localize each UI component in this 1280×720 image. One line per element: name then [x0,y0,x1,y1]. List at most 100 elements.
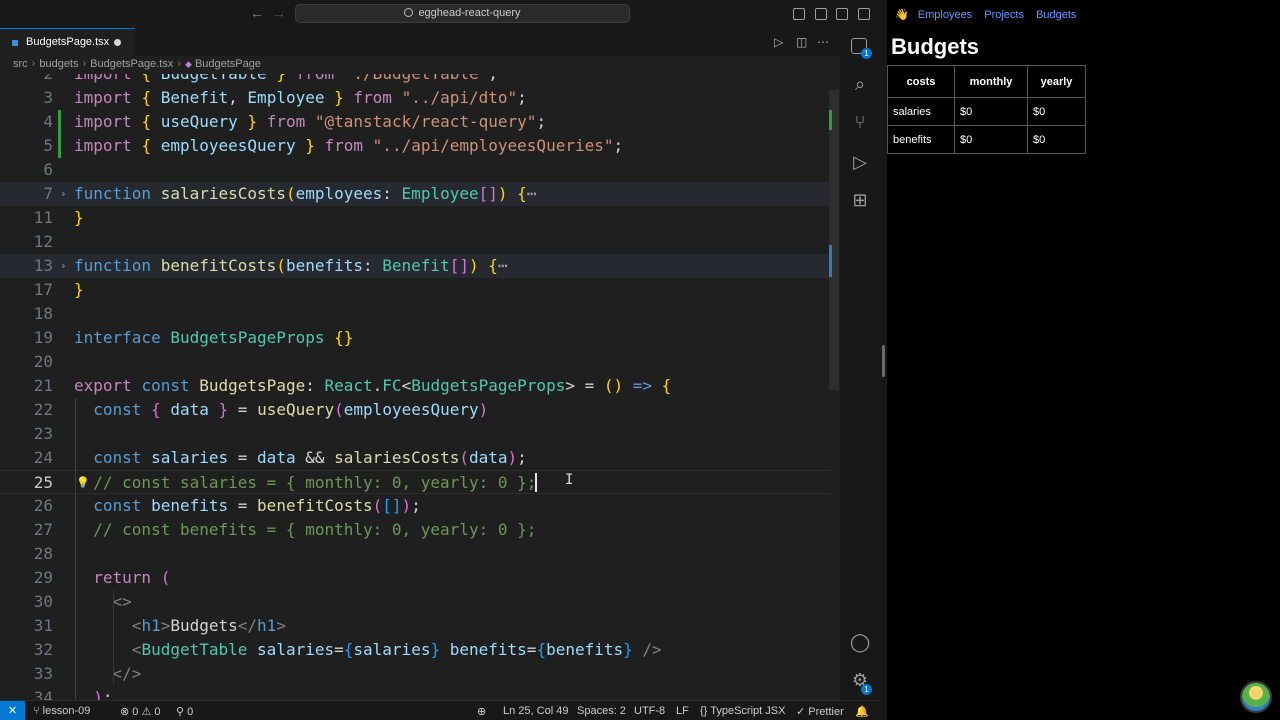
settings-badge: 1 [861,684,872,695]
branch-status[interactable]: ⑂ lesson-09 [33,705,90,717]
code-line: 11} [33,208,84,227]
mouse-ibeam-icon: I [565,472,574,488]
table-row: salaries $0 $0 [887,97,1086,126]
back-arrow-icon[interactable]: ← [250,5,264,21]
zoom-icon[interactable]: ⊕ [477,705,486,718]
encoding-status[interactable]: UTF-8 [634,705,665,717]
code-line: 3 import { Benefit, Employee } from "../a… [43,88,527,107]
source-control-icon[interactable]: ⑂ [850,112,870,133]
tab-bar: BudgetsPage.tsx [0,28,840,56]
code-line: 6 [43,160,53,179]
budget-table: costs monthly yearly salaries $0 $0 bene… [887,65,1086,154]
split-editor-icon[interactable]: ◫ [796,35,807,49]
language-status[interactable]: {} TypeScript JSX [700,705,785,717]
nav-link-budgets[interactable]: Budgets [1036,9,1076,21]
page-title: Budgets [891,34,979,59]
code-editor[interactable]: 2import { BudgetTable } from "./BudgetTa… [0,74,840,700]
code-line: 34 ); [33,688,113,700]
toggle-sidebar-icon[interactable] [793,8,805,20]
tsx-file-icon [12,40,18,46]
unsaved-dot-icon[interactable] [114,39,121,46]
eol-status[interactable]: LF [676,705,689,717]
code-line: 29 return ( [33,568,171,587]
code-line: 2import { BudgetTable } from "./BudgetTa… [0,74,830,86]
code-line: 12 [33,232,53,251]
run-debug-icon[interactable]: ▷ [850,152,870,173]
breadcrumb-file[interactable]: BudgetsPage.tsx [90,58,173,70]
fold-chevron-icon[interactable]: › [60,182,67,206]
table-cell: $0 [954,125,1028,154]
split-divider[interactable] [880,0,887,720]
app-preview: 👋 Employees Projects Budgets Budgets cos… [887,0,1280,720]
command-center[interactable]: egghead-react-query [295,4,630,23]
code-line: 32 <BudgetTable salaries={salaries} bene… [33,640,662,659]
nav-link-projects[interactable]: Projects [984,9,1024,21]
indent-guide [75,398,76,700]
toggle-secondary-sidebar-icon[interactable] [836,8,848,20]
column-header: costs [887,65,955,98]
code-line: 31 <h1>Budgets</h1> [33,616,286,635]
customize-layout-icon[interactable] [858,8,870,20]
code-line: 24 const salaries = data && salariesCost… [33,448,527,467]
code-line: 17} [33,280,84,299]
code-line: 21 export const BudgetsPage: React.FC<Bud… [33,376,672,395]
vscode-window: ← → egghead-react-query BudgetsPage.tsx … [0,0,880,720]
more-actions-icon[interactable]: ⋯ [817,35,829,49]
status-bar: ✕ ⑂ lesson-09 ⊗ 0 ⚠ 0 ⚲ 0 ⊕ Ln 25, Col 4… [0,700,880,720]
app-nav: 👋 Employees Projects Budgets [895,8,1085,21]
cursor-position[interactable]: Ln 25, Col 49 [503,705,568,717]
toggle-panel-icon[interactable] [815,8,827,20]
notifications-bell-icon[interactable]: 🔔 [855,705,869,718]
workspace-title: egghead-react-query [418,7,521,19]
presenter-avatar [1240,681,1272,713]
ports-status[interactable]: ⚲ 0 [176,705,193,718]
scrollbar-thumb[interactable] [829,90,839,390]
breadcrumb-src[interactable]: src [13,58,28,70]
tab-budgets-page[interactable]: BudgetsPage.tsx [0,28,135,56]
code-line: 19 interface BudgetsPageProps {} [33,328,354,347]
code-line: 13 › function benefitCosts(benefits: Benef… [0,254,830,278]
run-icon[interactable]: ▷ [774,35,783,49]
remote-icon[interactable]: ✕ [0,701,25,720]
tab-label: BudgetsPage.tsx [26,36,110,48]
account-icon[interactable]: ◯ [850,632,870,653]
breadcrumb-symbol[interactable]: BudgetsPage [195,58,261,70]
symbol-icon: ◆ [185,59,192,69]
breadcrumb-budgets[interactable]: budgets [39,58,78,70]
title-bar: ← → egghead-react-query [0,0,880,28]
problems-status[interactable]: ⊗ 0 ⚠ 0 [120,705,161,718]
nav-link-employees[interactable]: Employees [918,9,972,21]
breadcrumb: src › budgets › BudgetsPage.tsx › ◆ BudgetsPage [13,58,261,70]
column-header: monthly [954,65,1028,98]
fold-chevron-icon[interactable]: › [60,254,67,278]
table-cell: $0 [954,97,1028,126]
table-cell: $0 [1027,125,1086,154]
extensions-icon[interactable]: ⊞ [850,190,870,211]
code-line: 7 › function salariesCosts(employees: Empl… [0,182,830,206]
code-line: 18 [33,304,53,323]
table-cell: $0 [1027,97,1086,126]
code-line: 30 <> [33,592,132,611]
code-line: 23 [33,424,53,443]
explorer-badge: 1 [861,48,872,59]
code-line-active: 25 💡 // const salaries = { monthly: 0, ye… [0,470,830,494]
indentation-status[interactable]: Spaces: 2 [577,705,626,717]
code-line: 28 [33,544,53,563]
code-line: 5 import { employeesQuery } from "../api/… [0,134,830,158]
text-cursor [535,473,537,492]
forward-arrow-icon[interactable]: → [272,5,286,21]
table-row: benefits $0 $0 [887,125,1086,154]
code-line: 20 [33,352,53,371]
column-header: yearly [1027,65,1086,98]
code-line: 27 // const benefits = { monthly: 0, yea… [33,520,537,539]
search-icon [404,8,414,17]
code-line: 22 const { data } = useQuery(employeesQu… [33,400,489,419]
formatter-status[interactable]: ✓ Prettier [796,705,844,718]
table-header-row: costs monthly yearly [887,65,1086,98]
code-line: 4 import { useQuery } from "@tanstack/rea… [0,110,830,134]
code-line: 26 const benefits = benefitCosts([]); [33,496,421,515]
change-marker [829,245,832,277]
change-marker [829,110,832,130]
search-icon[interactable]: ⌕ [850,74,870,95]
code-line: 33 </> [33,664,142,683]
